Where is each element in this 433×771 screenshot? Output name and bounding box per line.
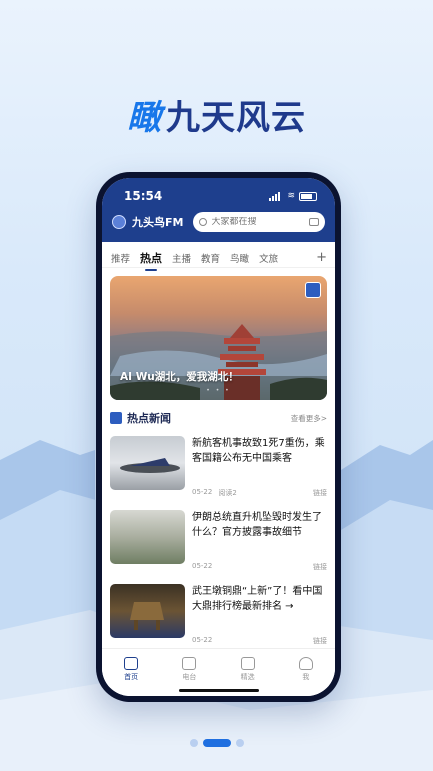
headline-accent: 瞰 <box>127 98 162 138</box>
news-item[interactable]: 武王墩铜鼎“上新”了！看中国大鼎排行榜最新排名 → 05-22 链接 <box>102 578 335 652</box>
search-bar[interactable] <box>193 212 325 232</box>
app-logo-icon <box>112 215 126 229</box>
signal-icon <box>269 191 283 201</box>
search-input[interactable] <box>211 217 302 227</box>
banner-caption: AI Wu湖北，爱我湖北！ <box>120 371 239 383</box>
banner-indicator: • • • <box>206 387 231 394</box>
news-reads: 阅读2 <box>218 489 237 497</box>
news-thumbnail-forest <box>110 510 185 564</box>
nav-label: 电台 <box>182 673 197 681</box>
hot-news-header: 热点新闻 查看更多> <box>102 400 335 430</box>
tv-icon <box>240 657 255 670</box>
hero-banner[interactable]: AI Wu湖北，爱我湖北！ • • • <box>110 276 327 400</box>
nav-label: 精选 <box>240 673 255 681</box>
nav-me[interactable]: 我 <box>298 657 313 682</box>
home-icon <box>124 657 139 670</box>
see-more-link[interactable]: 查看更多> <box>291 413 327 424</box>
scan-icon[interactable] <box>309 218 319 226</box>
nav-home[interactable]: 首页 <box>124 657 139 682</box>
battery-icon <box>299 191 317 201</box>
top-band: 15:54 ≋ 九头鸟FM <box>102 178 335 242</box>
category-tabs: 推荐 热点 主播 教育 鸟瞰 文旅 + <box>102 242 335 268</box>
news-title: 伊朗总统直升机坠毁时发生了什么？官方披露事故细节 <box>192 512 322 538</box>
status-time: 15:54 <box>124 189 163 203</box>
status-bar: 15:54 ≋ <box>102 178 335 204</box>
home-indicator <box>178 689 259 692</box>
news-title: 武王墩铜鼎“上新”了！看中国大鼎排行榜最新排名 → <box>192 586 323 612</box>
person-icon <box>298 657 313 670</box>
news-item[interactable]: 伊朗总统直升机坠毁时发生了什么？官方披露事故细节 05-22 链接 <box>102 504 335 578</box>
wifi-icon: ≋ <box>287 191 295 201</box>
tab-recommend[interactable]: 推荐 <box>106 251 135 265</box>
news-item[interactable]: 新航客机事故致1死7重伤，乘客国籍公布无中国乘客 05-22 阅读2 链接 <box>102 430 335 504</box>
search-icon <box>199 218 208 226</box>
news-link[interactable]: 链接 <box>313 562 327 572</box>
tab-education[interactable]: 教育 <box>196 251 225 265</box>
page-dot[interactable] <box>235 739 244 747</box>
nav-label: 我 <box>302 673 310 681</box>
page-dot[interactable] <box>189 739 198 747</box>
banner-badge-icon <box>305 282 321 298</box>
phone-frame: 15:54 ≋ 九头鸟FM 推荐 热点 主播 教育 <box>96 172 341 702</box>
tab-hot[interactable]: 热点 <box>135 250 167 266</box>
radio-icon <box>182 657 197 670</box>
status-icons: ≋ <box>269 191 317 201</box>
app-name: 九头鸟FM <box>132 216 184 229</box>
phone-screen: 15:54 ≋ 九头鸟FM 推荐 热点 主播 教育 <box>102 178 335 696</box>
tab-birdview[interactable]: 鸟瞰 <box>225 251 254 265</box>
app-bar: 九头鸟FM <box>102 204 335 232</box>
page-indicator <box>0 739 433 747</box>
headline: 瞰九天风云 <box>0 90 433 139</box>
add-tab-button[interactable]: + <box>316 250 331 265</box>
news-date: 05-22 <box>192 562 213 570</box>
news-thumbnail-bronze <box>110 584 185 638</box>
news-thumbnail-plane <box>110 436 185 490</box>
headline-text: 九天风云 <box>166 98 306 138</box>
nav-label: 首页 <box>124 673 139 681</box>
page-dot-active[interactable] <box>202 739 231 747</box>
tab-culture-travel[interactable]: 文旅 <box>254 251 283 265</box>
news-link[interactable]: 链接 <box>313 636 327 646</box>
nav-radio[interactable]: 电台 <box>182 657 197 682</box>
news-link[interactable]: 链接 <box>313 488 327 498</box>
nav-featured[interactable]: 精选 <box>240 657 255 682</box>
tab-host[interactable]: 主播 <box>167 251 196 265</box>
news-icon <box>110 412 122 424</box>
news-title: 新航客机事故致1死7重伤，乘客国籍公布无中国乘客 <box>192 438 325 464</box>
section-title: 热点新闻 <box>127 412 171 425</box>
news-date: 05-22 <box>192 636 213 644</box>
news-date: 05-22 <box>192 488 213 496</box>
